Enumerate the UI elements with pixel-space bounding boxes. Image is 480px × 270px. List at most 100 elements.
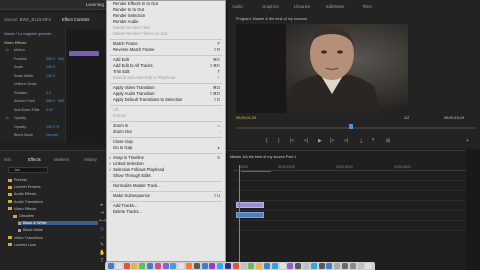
- go-to-in-button[interactable]: |<: [290, 138, 294, 144]
- go-to-out-button[interactable]: >|: [344, 138, 348, 144]
- dock-app-icon[interactable]: [115, 263, 122, 269]
- step-back-button[interactable]: <|: [304, 138, 308, 144]
- menu-item[interactable]: Apply Default Transitions to Selection ⇧D: [107, 97, 225, 103]
- track-v1[interactable]: [234, 193, 474, 201]
- dock-app-icon[interactable]: [240, 263, 247, 269]
- menu-item[interactable]: Show Through Edits: [107, 173, 225, 179]
- menu-item[interactable]: Go to Gap ▸: [107, 145, 225, 151]
- menu-item[interactable]: Zoom Out -: [107, 129, 225, 135]
- tab-edit-mixer[interactable]: Edit/Mixer: [326, 4, 345, 9]
- dock-app-icon[interactable]: [209, 263, 216, 269]
- tab-libraries[interactable]: Libraries: [294, 4, 310, 9]
- audio-clip[interactable]: [236, 212, 264, 218]
- step-forward-button[interactable]: |>: [330, 138, 334, 144]
- menu-item[interactable]: Normalize Master Track...: [107, 183, 225, 189]
- effects-tree-item[interactable]: Video Transitions: [8, 236, 98, 240]
- dock-app-icon[interactable]: [334, 263, 341, 269]
- dock-app-icon[interactable]: [162, 263, 169, 269]
- resolution-select[interactable]: 1/2: [404, 116, 409, 120]
- effect-property-value[interactable]: 0.0: [46, 91, 51, 95]
- menu-item[interactable]: Make Subsequence ⇧U: [107, 193, 225, 199]
- program-playhead[interactable]: [349, 124, 353, 129]
- tab-markers[interactable]: Markers: [54, 157, 69, 162]
- dock-app-icon[interactable]: [310, 263, 317, 269]
- effects-tree-item[interactable]: Presets: [8, 178, 98, 182]
- dock-app-icon[interactable]: [186, 263, 192, 269]
- dock-app-icon[interactable]: [147, 263, 153, 269]
- effect-property-value[interactable]: 100.0: [46, 74, 55, 78]
- track-select-tool-icon[interactable]: ⇥: [99, 210, 105, 216]
- effect-property-value[interactable]: 100.0 %: [46, 125, 59, 129]
- timeline-playhead[interactable]: [239, 165, 240, 265]
- tab-history[interactable]: History: [84, 157, 97, 162]
- effects-tree-item[interactable]: Audio Effects: [8, 192, 98, 196]
- effects-tree-item[interactable]: Lumetri Presets: [8, 185, 98, 189]
- tab-audio[interactable]: Audio: [232, 4, 243, 9]
- razor-tool-icon[interactable]: ◇: [99, 226, 105, 232]
- dock-app-icon[interactable]: [303, 263, 309, 269]
- dock-app-icon[interactable]: [287, 263, 294, 269]
- effect-property-value[interactable]: 960.0: [46, 57, 55, 61]
- tab-source[interactable]: Source: BWE_B123.MP4: [4, 17, 51, 22]
- slip-tool-icon[interactable]: ↔: [99, 234, 105, 240]
- fx-badge-icon[interactable]: fx: [6, 48, 9, 52]
- tab-effects[interactable]: Effects: [28, 157, 41, 162]
- dock-app-icon[interactable]: [123, 263, 130, 269]
- dock-app-icon[interactable]: [326, 263, 333, 269]
- add-button[interactable]: +: [466, 138, 469, 144]
- dock-app-icon[interactable]: [217, 263, 224, 269]
- program-scrub-bar[interactable]: [236, 127, 476, 129]
- dock-app-icon[interactable]: [170, 263, 177, 269]
- ripple-edit-tool-icon[interactable]: ⟷: [99, 218, 106, 224]
- fx-badge-icon[interactable]: fx: [6, 116, 9, 120]
- dock-app-icon[interactable]: [271, 263, 278, 269]
- track-a1[interactable]: [234, 203, 474, 211]
- dock-app-icon[interactable]: [131, 263, 138, 269]
- tab-effect-controls[interactable]: Effect Controls: [62, 17, 89, 22]
- hand-tool-icon[interactable]: ✋: [99, 250, 105, 256]
- current-timecode[interactable]: 00;00;01;29: [236, 116, 256, 120]
- extract-button[interactable]: ⤒: [372, 138, 374, 144]
- effects-tree-item[interactable]: Lumetri Look: [8, 243, 98, 247]
- pen-tool-icon[interactable]: ✎: [99, 242, 105, 248]
- track-a3[interactable]: [234, 223, 474, 231]
- mark-out-button[interactable]: }: [278, 138, 280, 144]
- track-v3[interactable]: [234, 173, 474, 181]
- play-button[interactable]: ▶: [318, 138, 322, 144]
- tab-info[interactable]: Info: [4, 157, 11, 162]
- mark-in-button[interactable]: {: [266, 138, 268, 144]
- dock-app-icon[interactable]: [178, 263, 185, 269]
- menu-item[interactable]: Reverse Match Frame ⇧R: [107, 47, 225, 53]
- dock-app-icon[interactable]: [365, 263, 372, 269]
- dock-app-icon[interactable]: [139, 263, 146, 269]
- effect-property-value[interactable]: 0.00: [46, 108, 53, 112]
- dock-app-icon[interactable]: [342, 263, 348, 269]
- dock-app-icon[interactable]: [248, 263, 255, 269]
- export-frame-button[interactable]: ⊞: [386, 138, 390, 144]
- selection-tool-icon[interactable]: ▸: [99, 202, 105, 208]
- effect-property-value[interactable]: 960.0: [46, 99, 55, 103]
- dock-app-icon[interactable]: [225, 263, 231, 269]
- track-v2[interactable]: [234, 183, 474, 191]
- effects-tree-item[interactable]: Audio Transitions: [8, 200, 98, 204]
- sequence-name[interactable]: Master &A the best of my source Part 1: [230, 155, 296, 159]
- dock-app-icon[interactable]: [279, 263, 286, 269]
- dock-app-icon[interactable]: [295, 263, 302, 269]
- dock-app-icon[interactable]: [193, 263, 200, 269]
- dock-app-icon[interactable]: [201, 263, 208, 269]
- effect-property-value[interactable]: 100.0: [46, 65, 55, 69]
- effect-property-value[interactable]: Normal: [46, 133, 58, 137]
- dock-app-icon[interactable]: [232, 263, 239, 269]
- video-clip[interactable]: [236, 202, 264, 208]
- effects-tree-item[interactable]: Obsolete: [13, 214, 98, 218]
- effects-tree-item[interactable]: Black & White: [18, 221, 98, 226]
- dock-app-icon[interactable]: [108, 263, 114, 269]
- dock-app-icon[interactable]: [349, 263, 356, 269]
- dock-app-icon[interactable]: [318, 263, 325, 269]
- dock-app-icon[interactable]: [154, 263, 161, 269]
- program-video-frame[interactable]: [236, 24, 408, 113]
- effects-tree-item[interactable]: Black Matte: [18, 228, 98, 232]
- tab-titles[interactable]: Titles: [362, 4, 372, 9]
- tab-graphics[interactable]: Graphics: [262, 4, 279, 9]
- dock-app-icon[interactable]: [357, 263, 364, 269]
